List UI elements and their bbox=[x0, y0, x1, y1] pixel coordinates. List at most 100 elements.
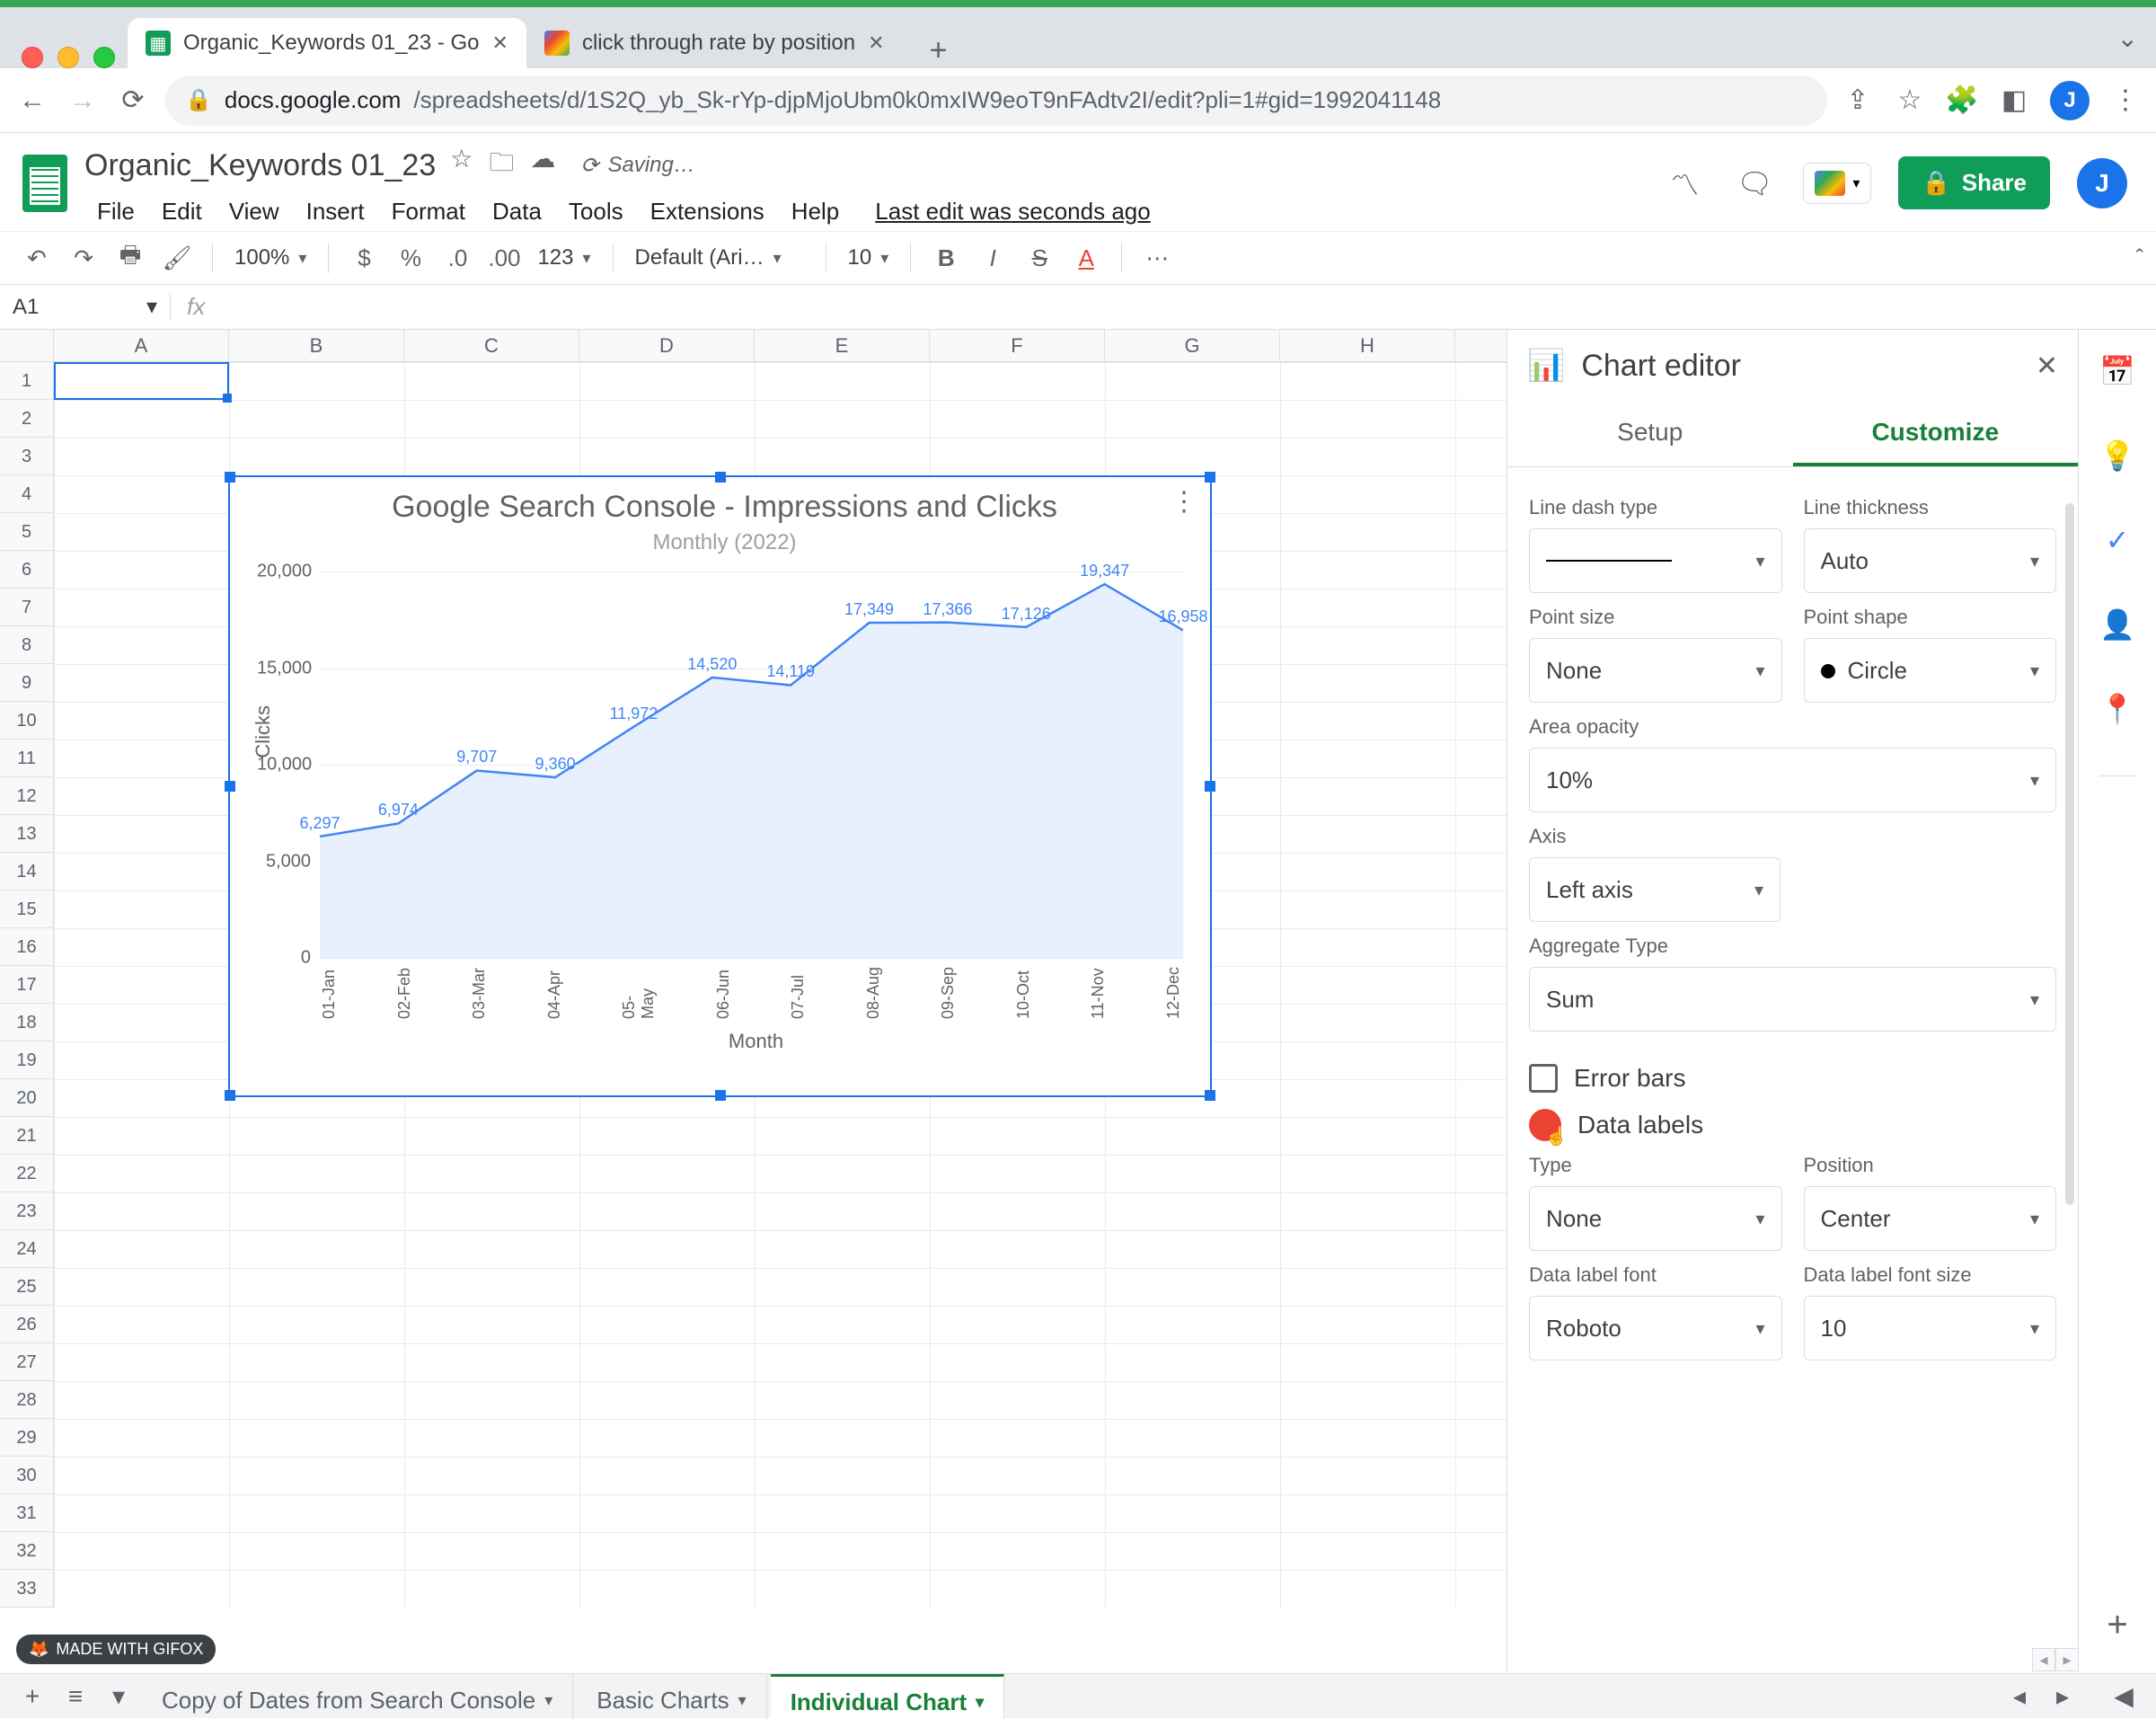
resize-handle[interactable] bbox=[715, 472, 726, 483]
collapse-toolbar-button[interactable]: ˆ bbox=[2135, 244, 2143, 272]
resize-handle[interactable] bbox=[1205, 781, 1215, 792]
close-tab-icon[interactable]: ✕ bbox=[492, 31, 508, 55]
more-tools-button[interactable]: ⋯ bbox=[1138, 239, 1176, 277]
tab-setup[interactable]: Setup bbox=[1507, 402, 1793, 466]
zoom-select[interactable]: 100%▾ bbox=[229, 245, 312, 270]
row-header[interactable]: 26 bbox=[0, 1306, 53, 1343]
row-header[interactable]: 6 bbox=[0, 551, 53, 589]
spreadsheet-grid[interactable]: ABCDEFGH 1234567891011121314151617181920… bbox=[0, 330, 1507, 1672]
row-header[interactable]: 4 bbox=[0, 475, 53, 513]
data-labels-checkbox[interactable]: ☝ Data labels bbox=[1529, 1109, 2056, 1141]
browser-tab-0[interactable]: ▦ Organic_Keywords 01_23 - Go ✕ bbox=[128, 18, 526, 68]
tabs-menu-icon[interactable]: ⌄ bbox=[2117, 23, 2138, 53]
nav-forward-button[interactable]: → bbox=[65, 83, 101, 119]
move-icon[interactable]: 🗀 bbox=[489, 144, 514, 187]
row-header[interactable]: 9 bbox=[0, 664, 53, 702]
column-header[interactable]: E bbox=[755, 330, 930, 361]
resize-handle[interactable] bbox=[1205, 1090, 1215, 1101]
row-header[interactable]: 29 bbox=[0, 1419, 53, 1457]
comments-icon[interactable]: 🗨 bbox=[1733, 162, 1776, 205]
calendar-icon[interactable]: 📅 bbox=[2099, 353, 2135, 389]
sheet-history-button[interactable]: ▾ bbox=[99, 1677, 138, 1716]
cell-a1-selection[interactable] bbox=[54, 362, 229, 400]
row-header[interactable]: 25 bbox=[0, 1268, 53, 1306]
resize-handle[interactable] bbox=[715, 1090, 726, 1101]
horizontal-scroll-buttons[interactable]: ◂▸ bbox=[2032, 1648, 2079, 1671]
row-header[interactable]: 32 bbox=[0, 1532, 53, 1570]
name-box[interactable]: A1▾ bbox=[0, 294, 171, 320]
menu-format[interactable]: Format bbox=[379, 192, 478, 231]
sheets-logo-icon[interactable] bbox=[13, 151, 77, 216]
resize-handle[interactable] bbox=[225, 1090, 235, 1101]
strikethrough-button[interactable]: S bbox=[1021, 239, 1058, 277]
resize-handle[interactable] bbox=[225, 472, 235, 483]
close-panel-button[interactable]: ✕ bbox=[2036, 350, 2058, 382]
sheet-tab-1[interactable]: Basic Charts▾ bbox=[577, 1674, 766, 1719]
column-header[interactable]: B bbox=[229, 330, 404, 361]
bold-button[interactable]: B bbox=[927, 239, 965, 277]
row-header[interactable]: 19 bbox=[0, 1041, 53, 1079]
row-header[interactable]: 10 bbox=[0, 702, 53, 740]
row-header[interactable]: 28 bbox=[0, 1381, 53, 1419]
sheet-nav-left[interactable]: ◂ bbox=[2000, 1677, 2039, 1716]
print-button[interactable]: 🖶 bbox=[111, 239, 149, 277]
nav-reload-button[interactable]: ⟳ bbox=[115, 83, 151, 119]
point-shape-select[interactable]: Circle▾ bbox=[1804, 638, 2057, 703]
add-addon-button[interactable]: + bbox=[2107, 1605, 2127, 1645]
row-header[interactable]: 5 bbox=[0, 513, 53, 551]
chrome-menu-icon[interactable]: ⋮ bbox=[2109, 84, 2142, 117]
line-thickness-select[interactable]: Auto▾ bbox=[1804, 528, 2057, 593]
resize-handle[interactable] bbox=[1205, 472, 1215, 483]
menu-help[interactable]: Help bbox=[779, 192, 852, 231]
italic-button[interactable]: I bbox=[974, 239, 1012, 277]
number-format-select[interactable]: 123▾ bbox=[532, 245, 596, 270]
row-header[interactable]: 27 bbox=[0, 1343, 53, 1381]
star-icon[interactable]: ☆ bbox=[450, 144, 473, 187]
menu-extensions[interactable]: Extensions bbox=[638, 192, 777, 231]
axis-select[interactable]: Left axis▾ bbox=[1529, 857, 1780, 922]
row-header[interactable]: 18 bbox=[0, 1004, 53, 1041]
new-tab-button[interactable]: + bbox=[917, 33, 960, 68]
column-header[interactable]: F bbox=[930, 330, 1105, 361]
row-header[interactable]: 22 bbox=[0, 1155, 53, 1192]
data-label-font-size-select[interactable]: 10▾ bbox=[1804, 1296, 2057, 1360]
tasks-icon[interactable]: ✓ bbox=[2099, 522, 2135, 558]
row-header[interactable]: 2 bbox=[0, 400, 53, 438]
data-label-font-select[interactable]: Roboto▾ bbox=[1529, 1296, 1782, 1360]
row-header[interactable]: 7 bbox=[0, 589, 53, 626]
row-header[interactable]: 24 bbox=[0, 1230, 53, 1268]
row-header[interactable]: 33 bbox=[0, 1570, 53, 1608]
font-select[interactable]: Default (Ari…▾ bbox=[630, 245, 809, 270]
point-size-select[interactable]: None▾ bbox=[1529, 638, 1782, 703]
line-dash-type-select[interactable]: ▾ bbox=[1529, 528, 1782, 593]
percent-button[interactable]: % bbox=[392, 239, 429, 277]
nav-back-button[interactable]: ← bbox=[14, 83, 50, 119]
share-page-icon[interactable]: ⇪ bbox=[1842, 84, 1874, 117]
close-tab-icon[interactable]: ✕ bbox=[868, 31, 884, 55]
row-header[interactable]: 12 bbox=[0, 777, 53, 815]
menu-tools[interactable]: Tools bbox=[556, 192, 636, 231]
row-header[interactable]: 23 bbox=[0, 1192, 53, 1230]
sheet-tab-2[interactable]: Individual Chart▾ bbox=[771, 1674, 1005, 1719]
add-sheet-button[interactable]: + bbox=[13, 1677, 52, 1716]
sheet-nav-right[interactable]: ▸ bbox=[2043, 1677, 2082, 1716]
currency-button[interactable]: $ bbox=[345, 239, 383, 277]
row-header[interactable]: 15 bbox=[0, 891, 53, 928]
row-header[interactable]: 13 bbox=[0, 815, 53, 853]
redo-button[interactable]: ↷ bbox=[65, 239, 102, 277]
document-title[interactable]: Organic_Keywords 01_23 bbox=[84, 148, 436, 183]
browser-tab-1[interactable]: click through rate by position ✕ bbox=[526, 18, 903, 68]
paint-format-button[interactable]: 🖌 bbox=[158, 239, 196, 277]
column-header[interactable]: G bbox=[1105, 330, 1280, 361]
data-label-position-select[interactable]: Center▾ bbox=[1804, 1186, 2057, 1251]
row-header[interactable]: 20 bbox=[0, 1079, 53, 1117]
panel-scrollbar[interactable] bbox=[2065, 503, 2074, 1205]
column-header[interactable]: C bbox=[404, 330, 579, 361]
address-bar[interactable]: 🔒 docs.google.com/spreadsheets/d/1S2Q_yb… bbox=[165, 75, 1827, 126]
column-header[interactable]: A bbox=[54, 330, 229, 361]
cloud-status-icon[interactable]: ☁ bbox=[530, 144, 555, 187]
window-close-icon[interactable] bbox=[22, 47, 43, 68]
row-header[interactable]: 21 bbox=[0, 1117, 53, 1155]
area-opacity-select[interactable]: 10%▾ bbox=[1529, 748, 2056, 812]
sidepanel-icon[interactable]: ◧ bbox=[1998, 84, 2030, 117]
